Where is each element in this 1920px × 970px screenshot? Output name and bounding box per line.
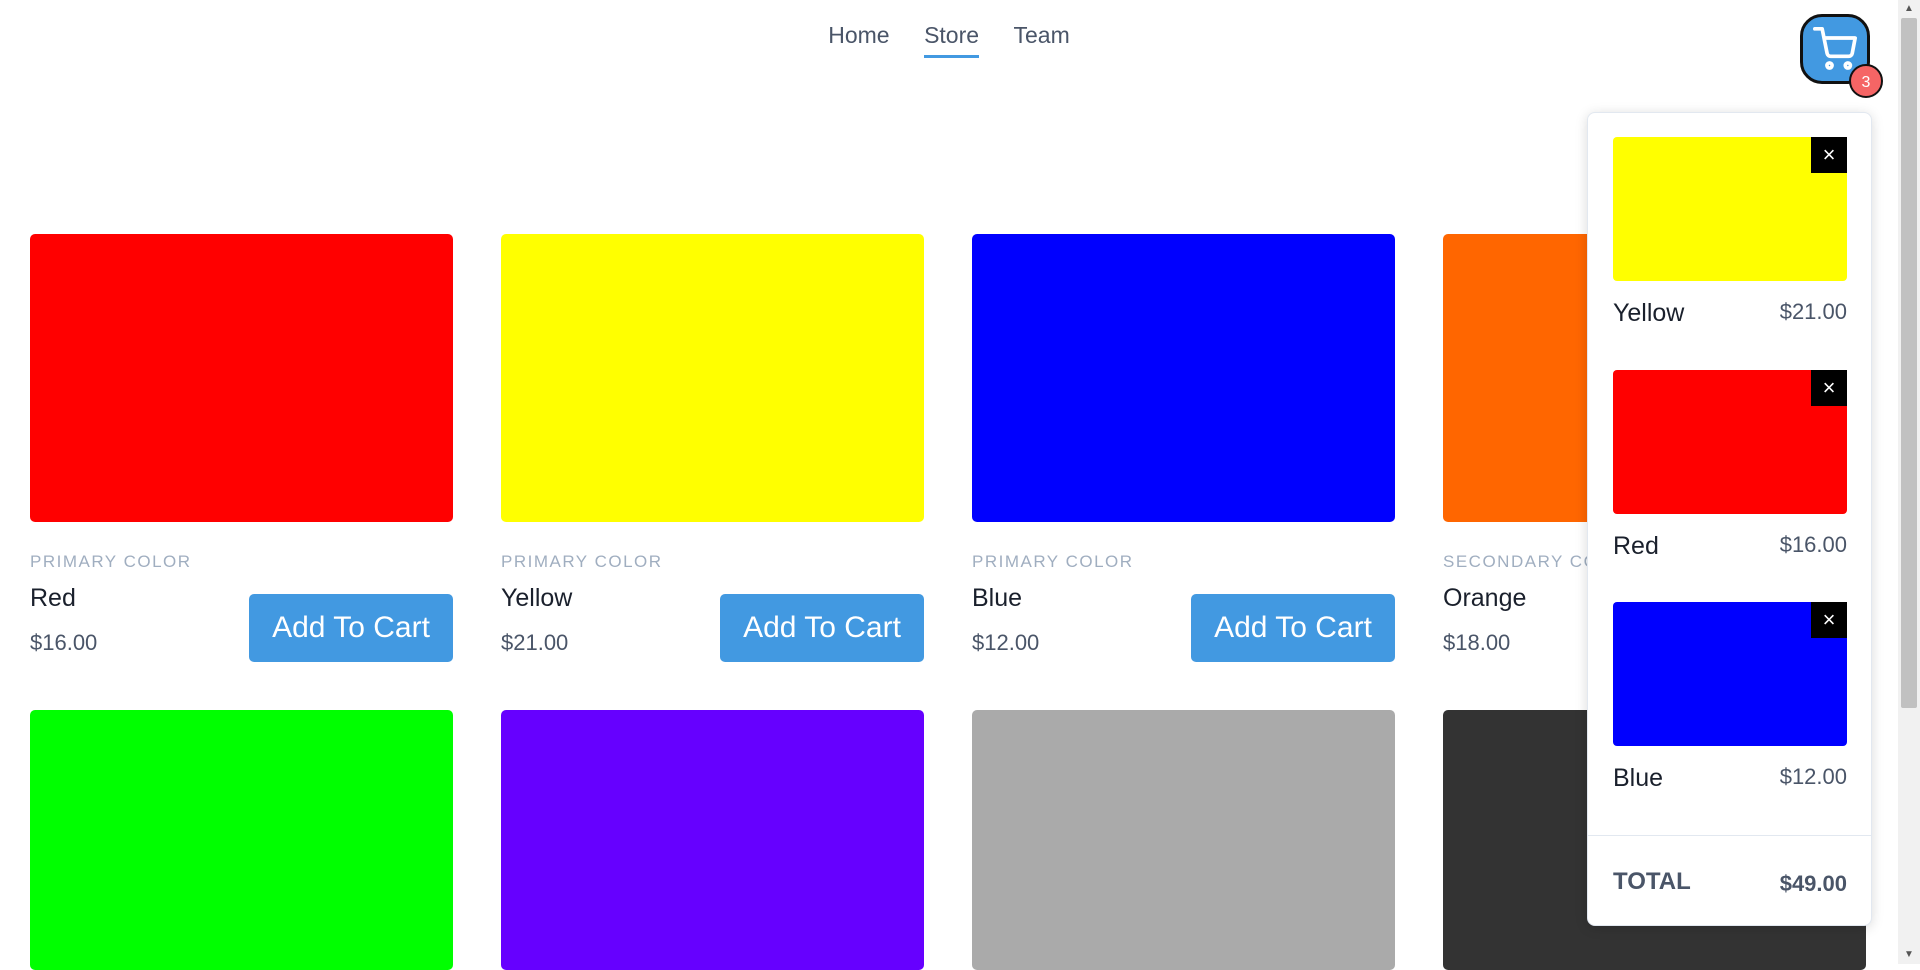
product-category: SECONDARY CO [1443,552,1599,571]
add-to-cart-button[interactable]: Add To Cart [1191,594,1395,662]
cart-item-price: $16.00 [1779,532,1847,557]
product-swatch [501,234,924,522]
cart-item-price: $12.00 [1779,764,1847,789]
scroll-down-arrow-icon[interactable]: ▼ [1898,946,1920,964]
product-name: Blue [972,584,1023,612]
cart-icon [1813,27,1857,70]
product-category: PRIMARY COLOR [30,552,192,571]
product-swatch [30,710,453,970]
nav-team-link[interactable]: Team [1014,22,1070,55]
cart-panel: × Yellow $21.00 × Red $16.00 × Blue $12.… [1587,112,1872,926]
product-swatch [972,710,1395,970]
remove-item-button[interactable]: × [1811,137,1847,173]
product-swatch [972,234,1395,522]
cart-item: × Blue $12.00 [1613,602,1847,792]
product-price: $12.00 [972,630,1040,655]
product-swatch [501,710,924,970]
nav-home-link[interactable]: Home [828,22,889,55]
main-nav: Home Store Team [0,22,1898,58]
product-category: PRIMARY COLOR [501,552,663,571]
product-price: $18.00 [1443,630,1511,655]
scrollbar-thumb[interactable] [1901,18,1917,708]
cart-count-badge: 3 [1849,64,1883,98]
nav-store-link[interactable]: Store [924,22,980,58]
product-name: Red [30,584,76,612]
add-to-cart-button[interactable]: Add To Cart [720,594,924,662]
product-card [30,710,453,970]
cart-divider [1588,835,1871,836]
cart-item-name: Red [1613,532,1659,560]
cart-item: × Red $16.00 [1613,370,1847,560]
product-card: PRIMARY COLOR Blue $12.00 Add To Cart [972,234,1395,662]
cart-item-price: $21.00 [1779,299,1847,324]
product-swatch [30,234,453,522]
product-card [972,710,1395,970]
product-category: PRIMARY COLOR [972,552,1134,571]
product-price: $16.00 [30,630,98,655]
product-name: Orange [1443,584,1527,612]
product-card: PRIMARY COLOR Red $16.00 Add To Cart [30,234,453,662]
total-value: $49.00 [1779,871,1847,896]
add-to-cart-button[interactable]: Add To Cart [249,594,453,662]
product-price: $21.00 [501,630,569,655]
cart-item-name: Blue [1613,764,1664,792]
product-card: PRIMARY COLOR Yellow $21.00 Add To Cart [501,234,924,662]
total-label: TOTAL [1613,868,1691,895]
cart-item: × Yellow $21.00 [1613,137,1847,327]
product-name: Yellow [501,584,573,612]
scroll-up-arrow-icon[interactable]: ▲ [1898,0,1920,18]
remove-item-button[interactable]: × [1811,602,1847,638]
cart-item-name: Yellow [1613,299,1685,327]
product-card [501,710,924,970]
remove-item-button[interactable]: × [1811,370,1847,406]
